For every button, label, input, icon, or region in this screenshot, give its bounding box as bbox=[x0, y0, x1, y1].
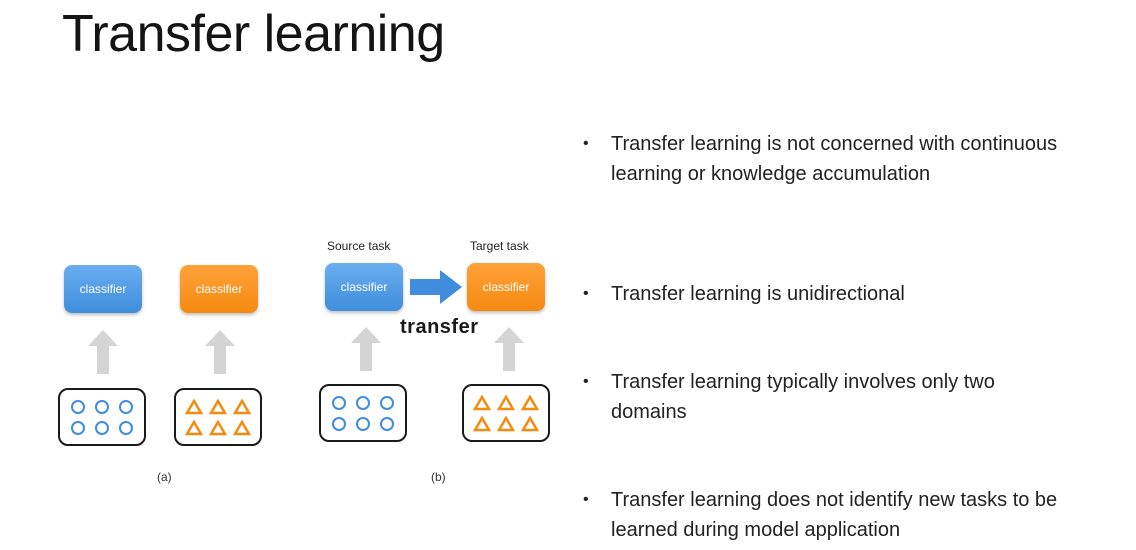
triangle-icon bbox=[473, 415, 491, 431]
caption-a: (a) bbox=[157, 470, 172, 484]
up-arrow-icon bbox=[205, 330, 235, 374]
triangle-icon bbox=[209, 398, 227, 414]
circle-icon bbox=[71, 420, 85, 435]
classifier-label: classifier bbox=[195, 282, 243, 296]
classifier-box-orange-a: classifier bbox=[180, 265, 258, 313]
bullet-item: • Transfer learning is unidirectional bbox=[583, 279, 1103, 309]
up-arrow-icon bbox=[494, 327, 524, 371]
classifier-label: classifier bbox=[340, 280, 388, 294]
triangle-icon bbox=[521, 394, 539, 410]
triangle-icon bbox=[209, 419, 227, 435]
bullet-dot-icon: • bbox=[583, 491, 589, 508]
circle-icon bbox=[356, 395, 370, 410]
circle-icon bbox=[332, 416, 346, 431]
triangle-icon bbox=[233, 398, 251, 414]
up-arrow-icon bbox=[88, 330, 118, 374]
circle-icon bbox=[380, 395, 394, 410]
circle-icon bbox=[95, 399, 109, 414]
up-arrow-icon bbox=[351, 327, 381, 371]
triangle-samples-group-a bbox=[174, 388, 262, 446]
bullet-text: Transfer learning does not identify new … bbox=[611, 489, 1058, 541]
circle-icon bbox=[356, 416, 370, 431]
transfer-arrow-icon bbox=[410, 270, 462, 304]
triangle-samples-group-b bbox=[462, 384, 550, 442]
bullet-text: Transfer learning is unidirectional bbox=[611, 283, 905, 305]
source-classifier-box: classifier bbox=[325, 263, 403, 311]
bullet-text: Transfer learning is not concerned with … bbox=[611, 133, 1058, 185]
circle-icon bbox=[380, 416, 394, 431]
circle-samples-group-b bbox=[319, 384, 407, 442]
classifier-box-blue-a: classifier bbox=[64, 265, 142, 313]
classifier-label: classifier bbox=[482, 280, 530, 294]
bullet-text: Transfer learning typically involves onl… bbox=[611, 371, 995, 423]
target-classifier-box: classifier bbox=[467, 263, 545, 311]
circle-icon bbox=[119, 399, 133, 414]
circle-samples-group-a bbox=[58, 388, 146, 446]
bullet-item: • Transfer learning typically involves o… bbox=[583, 367, 1103, 427]
bullet-dot-icon: • bbox=[583, 285, 589, 302]
transfer-label: transfer bbox=[400, 316, 479, 338]
bullet-item: • Transfer learning is not concerned wit… bbox=[583, 129, 1103, 189]
transfer-learning-diagram: classifier classifier (a) Source task Ta… bbox=[0, 0, 560, 550]
circle-icon bbox=[119, 420, 133, 435]
classifier-label: classifier bbox=[79, 282, 127, 296]
target-task-label: Target task bbox=[470, 239, 529, 253]
triangle-icon bbox=[185, 398, 203, 414]
triangle-icon bbox=[185, 419, 203, 435]
bullet-dot-icon: • bbox=[583, 373, 589, 390]
source-task-label: Source task bbox=[327, 239, 391, 253]
circle-icon bbox=[71, 399, 85, 414]
circle-icon bbox=[332, 395, 346, 410]
circle-icon bbox=[95, 420, 109, 435]
triangle-icon bbox=[233, 419, 251, 435]
triangle-icon bbox=[473, 394, 491, 410]
bullet-item: • Transfer learning does not identify ne… bbox=[583, 485, 1103, 545]
bullet-dot-icon: • bbox=[583, 135, 589, 152]
triangle-icon bbox=[497, 415, 515, 431]
caption-b: (b) bbox=[431, 470, 446, 484]
triangle-icon bbox=[497, 394, 515, 410]
triangle-icon bbox=[521, 415, 539, 431]
